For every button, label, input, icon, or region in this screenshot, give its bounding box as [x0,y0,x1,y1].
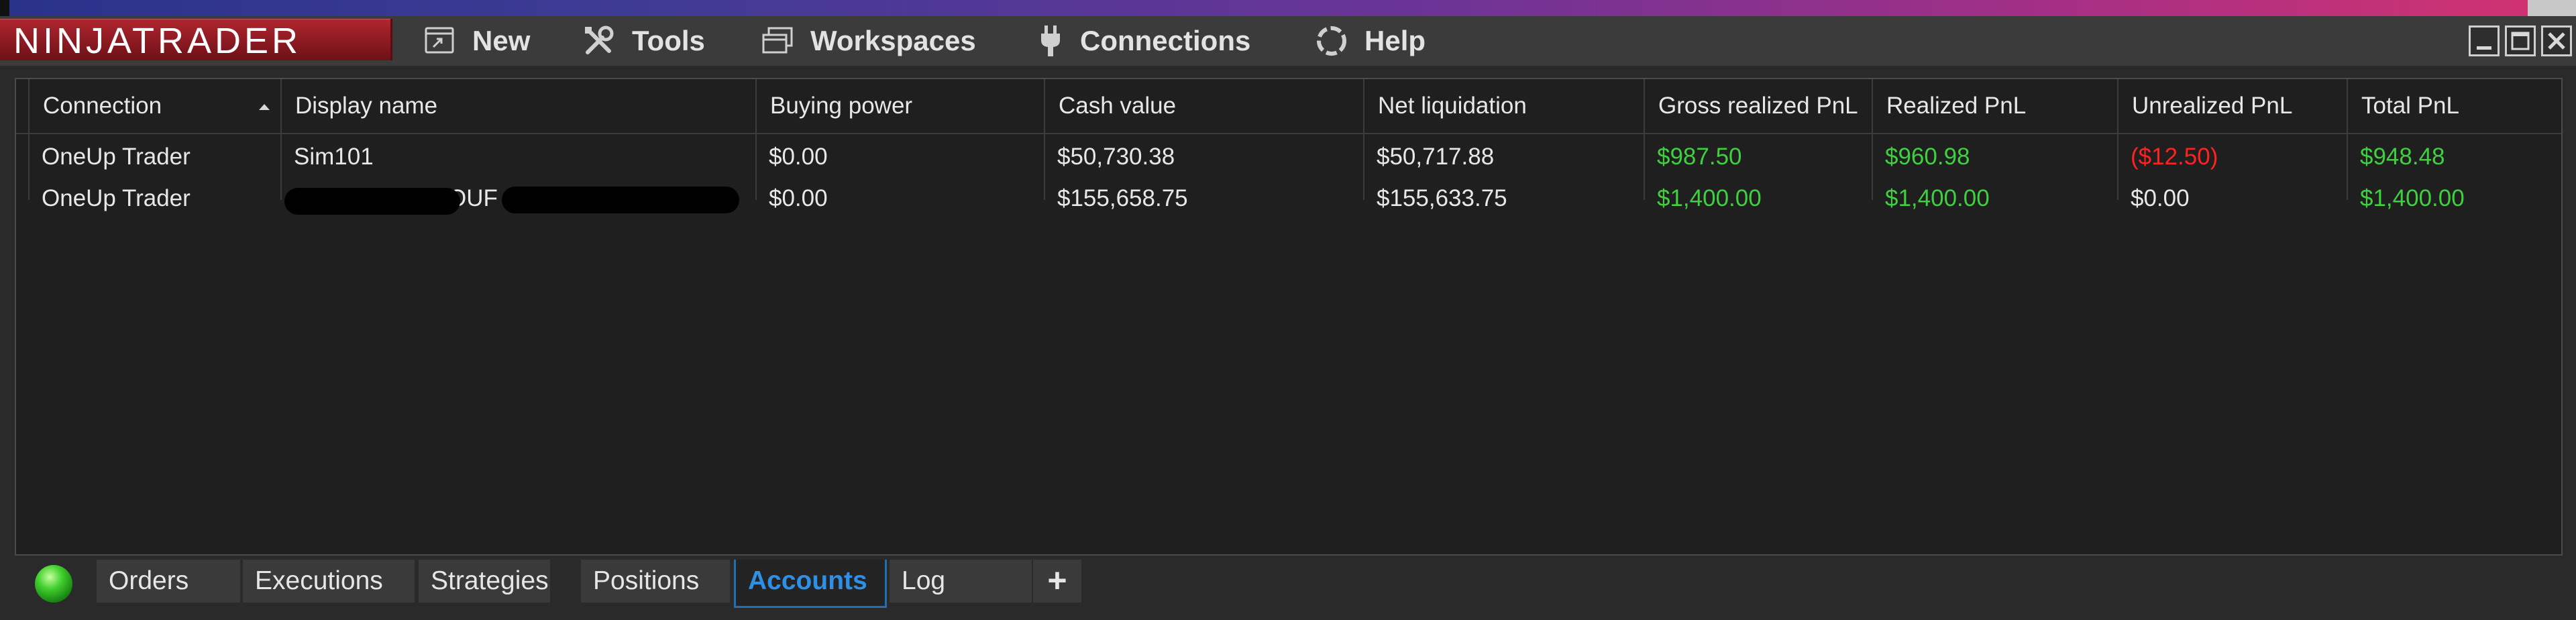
cell-connection: OneUp Trader [42,144,191,170]
accounts-grid-panel: Connection Display name Buying power Cas… [15,78,2563,556]
col-header-display-name[interactable]: Display name [280,79,755,133]
connection-status-indicator [35,565,72,603]
cell-unrealized-pnl: $0.00 [2131,185,2190,211]
sort-ascending-icon [259,104,270,110]
minimize-button[interactable] [2469,25,2500,56]
grid-header: Connection Display name Buying power Cas… [16,79,2561,134]
menu-help-label: Help [1364,25,1426,56]
cell-total-pnl: $1,400.00 [2360,185,2465,211]
tab-positions[interactable]: Positions [581,560,730,603]
cell-buying-power: $0.00 [769,185,828,211]
table-row[interactable]: OneUp Trader OUF $0.00 $155,658.75 $155,… [16,177,2561,220]
cell-total-pnl: $948.48 [2360,144,2445,170]
window-controls [2469,25,2572,56]
col-header-net-liquidation[interactable]: Net liquidation [1363,79,1644,133]
maximize-icon [2511,32,2530,50]
col-header-unrealized-pnl[interactable]: Unrealized PnL [2117,79,2347,133]
close-button[interactable] [2541,25,2572,56]
menu-tools[interactable]: Tools [582,16,705,66]
menu-new-label: New [472,25,531,56]
add-tab-button[interactable]: + [1033,560,1081,603]
cell-unrealized-pnl: ($12.50) [2131,144,2218,170]
col-header-buying-power[interactable]: Buying power [755,79,1044,133]
menu-tools-label: Tools [632,25,705,56]
workspaces-icon [762,27,793,54]
cell-realized-pnl: $1,400.00 [1885,185,1990,211]
col-header-realized-pnl[interactable]: Realized PnL [1872,79,2117,133]
plug-icon [1041,25,1060,56]
cell-display-name: Sim101 [294,144,374,170]
cell-net-liquidation: $50,717.88 [1377,144,1495,170]
logo-text: NINJATRADER [13,21,302,61]
menu-help[interactable]: Help [1315,16,1426,66]
col-header-connection[interactable]: Connection [28,79,280,133]
cell-gross-realized-pnl: $1,400.00 [1657,185,1762,211]
redaction-mark [284,188,460,215]
menu-bar: NINJATRADER New Tools Workspaces Connect… [0,16,2576,66]
cell-buying-power: $0.00 [769,144,828,170]
new-window-icon [425,27,454,54]
col-header-total-pnl[interactable]: Total PnL [2347,79,2561,133]
cell-connection: OneUp Trader [42,185,191,211]
menu-workspaces-label: Workspaces [810,25,976,56]
cell-cash-value: $155,658.75 [1057,185,1188,211]
tab-log[interactable]: Log [890,560,1032,603]
help-lifebuoy-icon [1317,26,1346,56]
menu-connections-label: Connections [1080,25,1251,56]
cell-gross-realized-pnl: $987.50 [1657,144,1742,170]
menu-new[interactable]: New [424,16,530,66]
maximize-button[interactable] [2505,25,2536,56]
tab-strategies[interactable]: Strategies [419,560,550,603]
window-accent-strip [0,0,2576,16]
cell-net-liquidation: $155,633.75 [1377,185,1507,211]
strip-left-cap [0,0,9,16]
strip-right-cap [2528,0,2576,16]
menu-connections[interactable]: Connections [1037,16,1250,66]
ninjatrader-logo: NINJATRADER [0,19,392,60]
close-icon [2548,32,2565,50]
menu-workspaces[interactable]: Workspaces [761,16,976,66]
col-header-connection-label: Connection [43,93,162,119]
minimize-icon [2477,46,2491,50]
cell-cash-value: $50,730.38 [1057,144,1175,170]
cell-realized-pnl: $960.98 [1885,144,1970,170]
cell-display-name: OUF [280,177,755,220]
tools-icon [585,25,614,54]
col-header-gross-realized-pnl[interactable]: Gross realized PnL [1644,79,1872,133]
bottom-tab-bar: Orders Executions Strategies Positions A… [0,557,2576,620]
redaction-mark [502,187,739,213]
tab-accounts[interactable]: Accounts [734,560,887,608]
tab-orders[interactable]: Orders [97,560,240,603]
tab-executions[interactable]: Executions [243,560,415,603]
table-row[interactable]: OneUp Trader Sim101 $0.00 $50,730.38 $50… [16,136,2561,178]
col-header-cash-value[interactable]: Cash value [1044,79,1363,133]
